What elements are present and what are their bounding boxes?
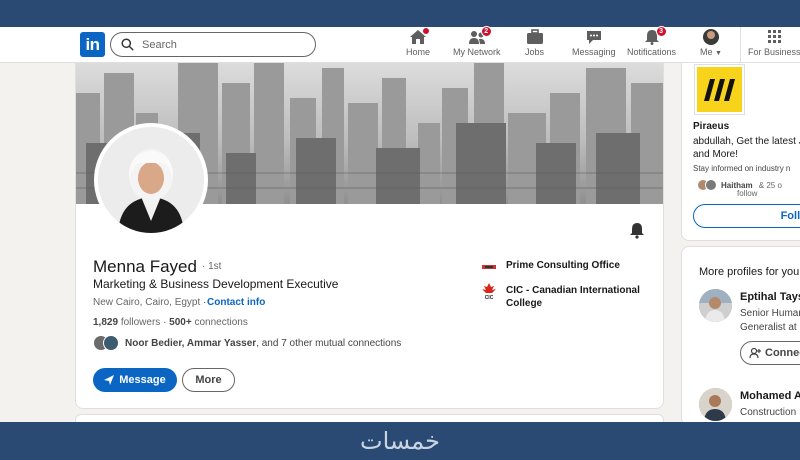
mutual-connections[interactable]: Noor Bedier, Ammar Yasser, and 7 other m… (93, 335, 401, 351)
top-navigation: in Home 2 My Network Jobs Messaging 3 (0, 26, 800, 63)
suggestion-headline-2: Generalist at I (740, 322, 800, 333)
connections-count[interactable]: 500+ (169, 317, 192, 328)
frame-top-bar (0, 0, 800, 27)
briefcase-icon (526, 29, 544, 45)
ad-subtext: Stay informed on industry n (693, 164, 791, 173)
messaging-icon (585, 29, 603, 45)
mutual-avatar (103, 335, 119, 351)
nav-messaging-label: Messaging (572, 47, 616, 57)
nav-me[interactable]: Me ▼ (700, 29, 722, 57)
bell-icon: 3 (643, 26, 667, 45)
send-icon (104, 375, 115, 385)
search-icon (121, 38, 134, 51)
nav-notifications-label: Notifications (627, 47, 677, 57)
svg-text:CIC: CIC (485, 295, 494, 299)
watermark: خمسات (359, 427, 441, 455)
nav-home-label: Home (406, 47, 431, 57)
prime-logo (480, 260, 498, 274)
cic-logo: CIC (480, 283, 498, 299)
profile-photo[interactable] (94, 123, 208, 237)
suggestion-headline: Construction (740, 407, 797, 418)
ad-follow-subtext: follow (737, 189, 758, 198)
education-school[interactable]: CIC CIC - Canadian International College (480, 283, 650, 310)
connect-button[interactable]: Connect (740, 341, 800, 365)
profile-suggestion-avatar[interactable] (699, 388, 732, 421)
nav-me-label: Me (700, 47, 713, 57)
search-input[interactable] (142, 38, 292, 51)
mutual-names: Noor Bedier, Ammar Yasser (125, 337, 257, 349)
linkedin-logo[interactable]: in (80, 32, 105, 57)
ad-company-name[interactable]: Piraeus (693, 121, 729, 132)
profile-location: New Cairo, Cairo, Egypt · (93, 297, 207, 308)
message-button[interactable]: Message (93, 368, 177, 392)
sponsored-ad-card: Piraeus abdullah, Get the latest Jobs, a… (681, 63, 800, 241)
more-profiles-card: More profiles for you Eptihal Tays Senio… (681, 246, 800, 426)
suggestion-name[interactable]: Mohamed A (740, 390, 800, 402)
followers-count: 1,829 (93, 317, 119, 328)
message-button-label: Message (119, 374, 166, 386)
search-box[interactable] (110, 32, 316, 57)
follower-avatar (705, 179, 717, 191)
nav-divider (740, 27, 741, 63)
company-name: Prime Consulting Office (506, 260, 620, 271)
grid-icon (765, 29, 783, 45)
followers-label: followers (120, 317, 161, 328)
profile-stats: 1,829 followers · 500+ connections (93, 317, 248, 328)
nav-jobs-label: Jobs (525, 47, 545, 57)
contact-info-link[interactable]: Contact info (207, 297, 265, 308)
profile-headline: Marketing & Business Development Executi… (93, 277, 339, 291)
add-person-icon (749, 347, 761, 359)
chevron-down-icon: ▼ (715, 50, 722, 57)
current-company[interactable]: Prime Consulting Office (480, 260, 620, 274)
me-avatar (702, 29, 719, 45)
nav-business-label: For Business (748, 47, 800, 57)
nav-jobs[interactable]: Jobs (525, 29, 544, 57)
connect-button-label: Connect (765, 347, 800, 359)
nav-me-label-wrap: Me ▼ (700, 47, 722, 57)
mutual-rest: , and 7 other mutual connections (256, 337, 402, 349)
nav-network-label: My Network (453, 47, 501, 57)
suggestion-name[interactable]: Eptihal Tays (740, 291, 800, 303)
follow-button[interactable]: Follow (693, 204, 800, 228)
nav-for-business[interactable]: For Business (748, 29, 800, 57)
nav-home[interactable]: Home (406, 27, 431, 57)
school-name: CIC - Canadian International College (506, 285, 640, 309)
more-button[interactable]: More (182, 368, 235, 392)
suggestion-headline: Senior Human (740, 308, 800, 319)
mutual-connections-text: Noor Bedier, Ammar Yasser, and 7 other m… (125, 338, 401, 349)
network-icon: 2 (468, 26, 492, 45)
ad-text: abdullah, Get the latest Jobs, and More! (693, 136, 800, 160)
profile-suggestion-avatar[interactable] (699, 289, 732, 322)
profile-card: Menna Fayed · 1st Marketing & Business D… (75, 63, 664, 409)
network-badge: 2 (480, 26, 492, 37)
home-dot-badge (422, 27, 430, 35)
piraeus-logo[interactable] (695, 65, 744, 114)
frame-bottom-bar: خمسات (0, 422, 800, 460)
nav-my-network[interactable]: 2 My Network (453, 26, 501, 57)
nav-messaging[interactable]: Messaging (572, 29, 616, 57)
connection-degree: · 1st (202, 261, 222, 272)
connections-label[interactable]: connections (194, 317, 247, 328)
notifications-badge: 3 (655, 26, 667, 37)
followers-rest: & 25 o (758, 180, 782, 190)
profile-name: Menna Fayed (93, 257, 197, 276)
more-profiles-title: More profiles for you (699, 266, 800, 278)
nav-notifications[interactable]: 3 Notifications (627, 26, 677, 57)
home-icon (409, 27, 430, 45)
notification-bell-icon[interactable] (628, 221, 646, 239)
